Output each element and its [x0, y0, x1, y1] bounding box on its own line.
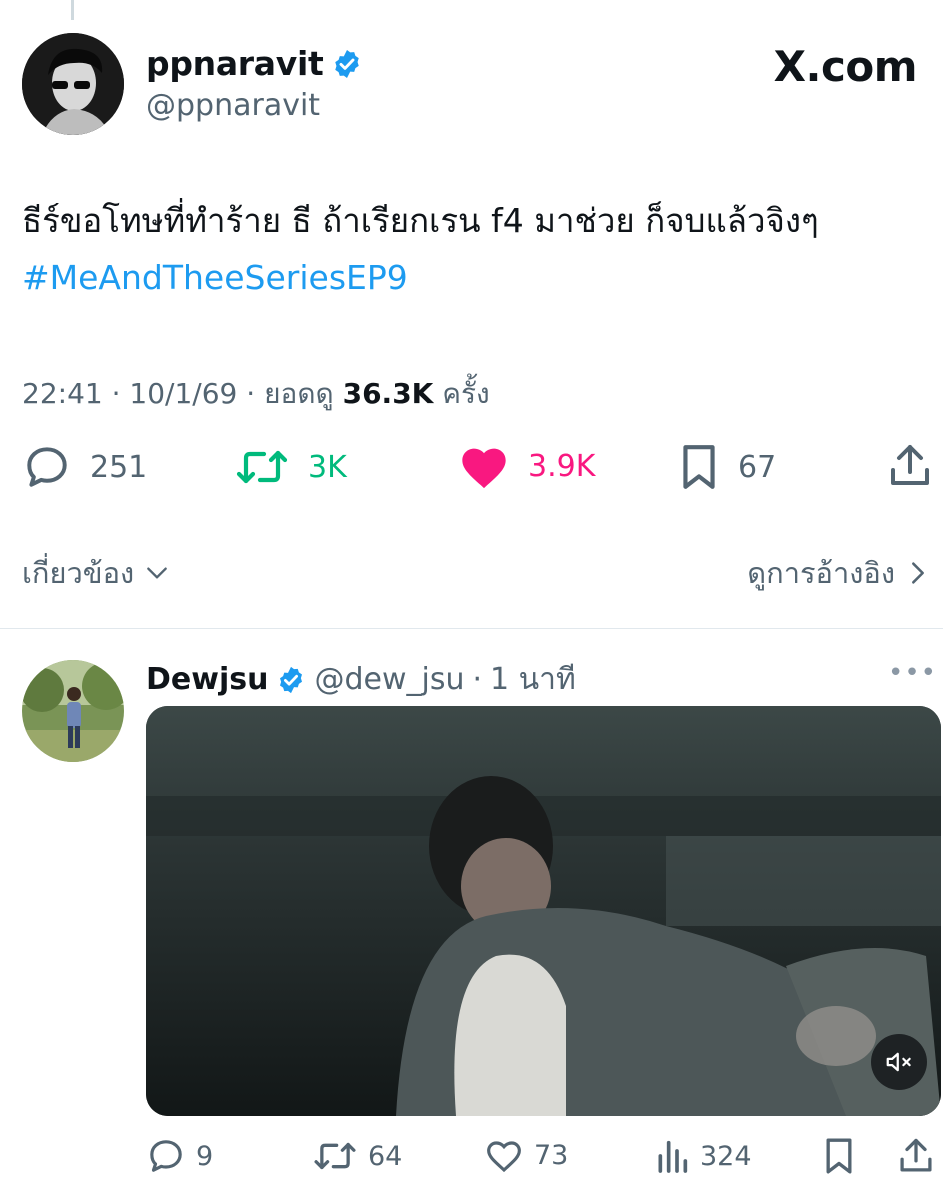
reply-handle[interactable]: @dew_jsu	[314, 662, 464, 697]
reply-bookmark-button[interactable]	[822, 1136, 856, 1176]
retweet-button[interactable]: 3K	[234, 442, 347, 492]
display-name-text: ppnaravit	[146, 44, 324, 83]
bookmark-icon	[826, 1138, 852, 1174]
reply-actions: 9 64 73 324	[146, 1136, 936, 1180]
reply-views-count: 324	[700, 1140, 752, 1172]
analytics-icon	[658, 1140, 688, 1173]
reply-button[interactable]: 251	[22, 442, 147, 492]
retweet-icon	[236, 450, 288, 484]
video-frame	[146, 706, 941, 1116]
reply-retweet-button[interactable]: 64	[312, 1136, 402, 1176]
reply-header: Dewjsu @dew_jsu · 1 นาที	[146, 656, 576, 703]
reply-icon	[150, 1140, 182, 1172]
reply-display-name[interactable]: Dewjsu	[146, 662, 268, 697]
hashtag-link[interactable]: #MeAndTheeSeriesEP9	[22, 249, 922, 306]
user-handle[interactable]: @ppnaravit	[146, 88, 320, 123]
views-count: 36.3K	[342, 377, 434, 410]
tweet-time[interactable]: 22:41	[22, 377, 103, 410]
more-options-icon[interactable]: •••	[888, 658, 937, 688]
like-button[interactable]: 3.9K	[458, 442, 595, 490]
reply-reply-count: 9	[196, 1140, 214, 1172]
reply-time[interactable]: 1 นาที	[490, 656, 576, 703]
view-quotes-link[interactable]: ดูการอ้างอิง	[747, 550, 929, 596]
muted-speaker-icon	[886, 1052, 911, 1072]
heart-outline-icon	[487, 1141, 521, 1173]
mute-button[interactable]	[871, 1034, 927, 1090]
quotes-label: ดูการอ้างอิง	[747, 556, 895, 590]
heart-icon	[462, 448, 506, 489]
views-suffix: ครั้ง	[442, 377, 490, 410]
tweet-body: ธีร์ขอโทษที่ทำร้าย ธี ถ้าเรียกเรน f4 มาช…	[22, 201, 819, 240]
reply-like-count: 73	[534, 1139, 569, 1171]
tweet-actions: 251 3K 3.9K 67	[22, 442, 929, 502]
related-link[interactable]: เกี่ยวข้อง	[22, 550, 170, 596]
share-icon	[900, 1138, 932, 1172]
brand-logo: X.com	[773, 42, 918, 91]
retweet-icon	[314, 1142, 356, 1170]
verified-badge-icon	[276, 665, 306, 695]
views-label: ยอดดู	[264, 377, 334, 410]
avatar-image	[22, 33, 124, 135]
reply-avatar-image	[22, 660, 124, 762]
retweet-count: 3K	[308, 449, 347, 485]
chevron-right-icon	[912, 562, 924, 584]
avatar[interactable]	[22, 33, 124, 135]
bookmark-count: 67	[738, 449, 777, 485]
reply-views-button[interactable]: 324	[654, 1136, 752, 1176]
reply-icon	[27, 447, 67, 487]
reply-avatar[interactable]	[22, 660, 124, 762]
thread-connector-line	[71, 0, 74, 20]
reply-separator: ·	[472, 662, 483, 697]
bookmark-button[interactable]: 67	[678, 442, 776, 492]
tweet-meta: 22:41 · 10/1/69 · ยอดดู 36.3K ครั้ง	[22, 377, 490, 410]
reply-retweet-count: 64	[368, 1140, 403, 1172]
divider	[0, 628, 943, 629]
tweet-text: ธีร์ขอโทษที่ทำร้าย ธี ถ้าเรียกเรน f4 มาช…	[22, 192, 922, 306]
reply-count: 251	[90, 449, 148, 485]
tweet-date[interactable]: 10/1/69	[129, 377, 237, 410]
verified-badge-icon	[331, 48, 363, 80]
video-player[interactable]	[146, 706, 941, 1116]
share-icon	[891, 445, 929, 485]
related-label: เกี่ยวข้อง	[22, 556, 135, 590]
reply-share-button[interactable]	[898, 1136, 934, 1176]
reply-reply-button[interactable]: 9	[146, 1136, 213, 1176]
share-button[interactable]	[888, 442, 932, 490]
bookmark-icon	[683, 445, 715, 489]
reply-like-button[interactable]: 73	[484, 1136, 568, 1174]
like-count: 3.9K	[528, 448, 596, 484]
chevron-down-icon	[147, 567, 168, 579]
display-name[interactable]: ppnaravit	[146, 44, 363, 83]
